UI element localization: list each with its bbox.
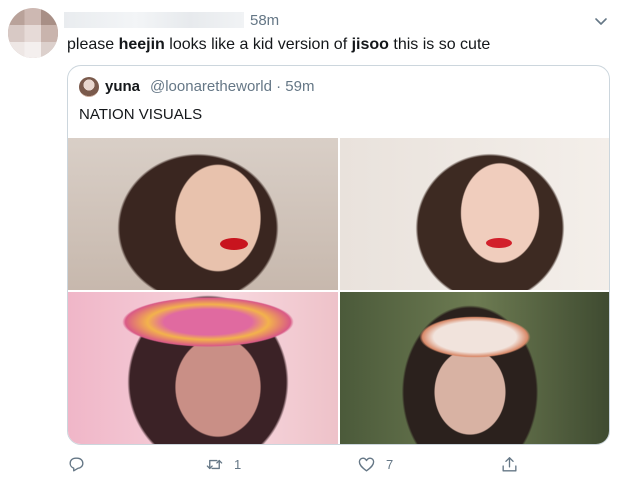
heart-icon	[358, 456, 375, 472]
share-icon	[502, 456, 517, 472]
quoted-photo-4[interactable]	[340, 292, 609, 444]
quoted-author-avatar	[79, 77, 99, 97]
tweet-text-part: this is so cute	[388, 36, 491, 53]
tweet-actions-bar: 1 7	[0, 452, 620, 480]
retweet-button[interactable]: 1	[205, 452, 241, 476]
quoted-photo-1[interactable]	[68, 138, 338, 290]
chevron-down-icon[interactable]	[593, 13, 609, 29]
reply-button[interactable]	[67, 452, 86, 476]
quoted-tweet-card[interactable]: yuna @loonaretheworld · 59m NATION VISUA…	[67, 65, 610, 445]
quoted-author-handle: @loonaretheworld · 59m	[150, 78, 315, 95]
quoted-photo-2[interactable]	[340, 138, 609, 290]
tweet-timestamp[interactable]: 58m	[250, 12, 279, 29]
share-button[interactable]	[500, 452, 519, 476]
quoted-tweet-text: NATION VISUALS	[79, 106, 203, 123]
tweet-text-part: please	[67, 36, 119, 53]
tweet-text-bold: jisoo	[351, 36, 389, 53]
like-count: 7	[386, 456, 394, 472]
like-button[interactable]: 7	[357, 452, 393, 476]
retweet-count: 1	[234, 456, 242, 472]
quoted-photo-3[interactable]	[68, 292, 338, 444]
reply-icon	[69, 456, 84, 472]
tweet-text-bold: heejin	[118, 36, 165, 53]
author-name-blurred[interactable]	[64, 12, 244, 28]
tweet-text-part: looks like a kid version of	[164, 36, 352, 53]
quoted-author-name: yuna	[105, 78, 141, 95]
tweet-text: please heejin looks like a kid version o…	[67, 36, 490, 54]
author-avatar-blurred[interactable]	[8, 8, 58, 58]
retweet-icon	[206, 459, 223, 469]
